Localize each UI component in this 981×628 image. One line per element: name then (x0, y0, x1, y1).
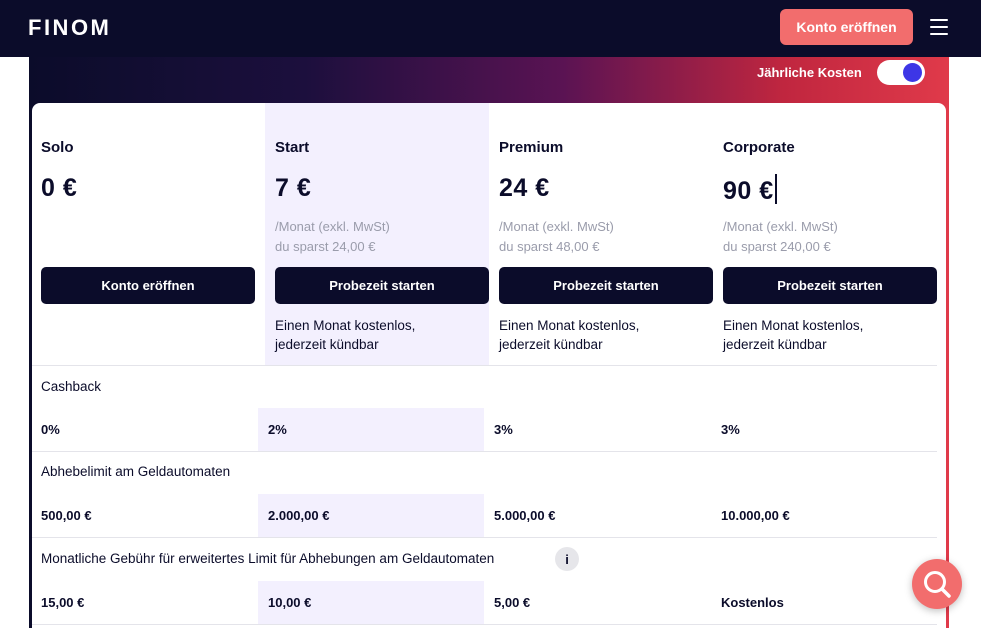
value-cell: 10.000,00 € (721, 508, 790, 523)
value-cell: Kostenlos (721, 595, 784, 610)
start-trial-button[interactable]: Probezeit starten (499, 267, 713, 304)
search-chat-icon (924, 571, 951, 598)
plan-period: /Monat (exkl. MwSt) (275, 219, 390, 234)
annual-billing-toggle[interactable] (877, 60, 925, 85)
value-cell: 5,00 € (494, 595, 531, 610)
trial-note-line1: Einen Monat kostenlos, (275, 318, 416, 333)
open-account-plan-button[interactable]: Konto eröffnen (41, 267, 255, 304)
open-account-button[interactable]: Konto eröffnen (780, 9, 913, 45)
value-cell: 0% (41, 422, 60, 437)
row-divider (32, 624, 937, 625)
feature-label-extended-limit-fee: Monatliche Gebühr für erweitertes Limit … (41, 551, 495, 566)
plan-name: Start (275, 139, 310, 156)
plan-name: Solo (41, 139, 74, 156)
plan-savings: du sparst 240,00 € (723, 239, 831, 254)
value-cell: 5.000,00 € (494, 508, 556, 523)
info-icon[interactable]: i (555, 547, 579, 571)
hamburger-menu-icon[interactable] (930, 19, 948, 35)
plan-name: Premium (499, 139, 564, 156)
trial-note-line1: Einen Monat kostenlos, (723, 318, 864, 333)
row-divider (32, 365, 937, 366)
value-cell: 3% (721, 422, 740, 437)
row-divider (32, 451, 937, 452)
plan-savings: du sparst 48,00 € (499, 239, 600, 254)
plan-price: 90 € (723, 174, 777, 206)
row-divider (32, 537, 937, 538)
finom-logo[interactable]: FINOM (28, 15, 111, 41)
top-navbar: FINOM Konto eröffnen (0, 0, 981, 57)
plan-price: 24 € (499, 174, 550, 202)
value-cell: 500,00 € (41, 508, 92, 523)
plan-price: 7 € (275, 174, 312, 202)
plan-period: /Monat (exkl. MwSt) (499, 219, 614, 234)
trial-note-line2: jederzeit kündbar (275, 337, 379, 352)
highlighted-value-cell (258, 408, 484, 451)
toggle-knob (903, 63, 922, 82)
help-search-button[interactable] (912, 559, 962, 609)
plan-period: /Monat (exkl. MwSt) (723, 219, 838, 234)
plan-name: Corporate (723, 139, 795, 156)
annual-billing-label: Jährliche Kosten (757, 65, 862, 80)
value-cell: 10,00 € (268, 595, 312, 610)
plan-price-text: 90 € (723, 177, 774, 205)
value-cell: 15,00 € (41, 595, 85, 610)
start-trial-button[interactable]: Probezeit starten (275, 267, 489, 304)
trial-note-line2: jederzeit kündbar (723, 337, 827, 352)
text-cursor (774, 174, 777, 204)
value-cell: 2% (268, 422, 287, 437)
start-trial-button[interactable]: Probezeit starten (723, 267, 937, 304)
plan-price: 0 € (41, 174, 78, 202)
value-cell: 3% (494, 422, 513, 437)
feature-label-cashback: Cashback (41, 379, 102, 394)
trial-note-line2: jederzeit kündbar (499, 337, 603, 352)
plan-savings: du sparst 24,00 € (275, 239, 376, 254)
pricing-table-card: Solo 0 € Konto eröffnen Start 7 € /Monat… (32, 103, 946, 628)
value-cell: 2.000,00 € (268, 508, 330, 523)
feature-label-withdrawal-limit: Abhebelimit am Geldautomaten (41, 464, 231, 479)
trial-note-line1: Einen Monat kostenlos, (499, 318, 640, 333)
